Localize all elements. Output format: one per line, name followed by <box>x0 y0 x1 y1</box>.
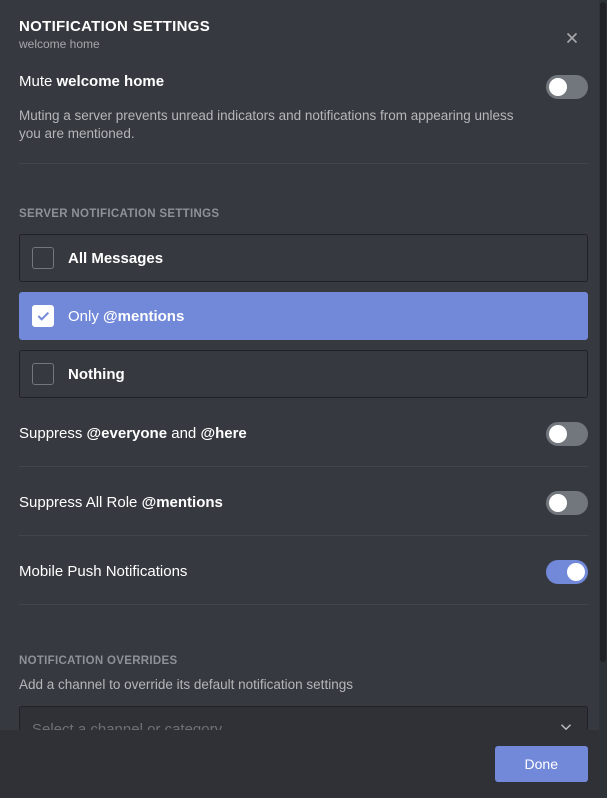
option-only-mentions[interactable]: Only @mentions <box>19 292 588 340</box>
option-nothing[interactable]: Nothing <box>19 350 588 398</box>
suppress-everyone-row: Suppress @everyone and @here <box>19 420 588 446</box>
modal-body: NOTIFICATION SETTINGS welcome home Mute … <box>0 0 607 730</box>
divider <box>19 466 588 467</box>
checkbox-icon <box>32 363 54 385</box>
server-notification-settings-header: SERVER NOTIFICATION SETTINGS <box>19 208 588 220</box>
notification-overrides-description: Add a channel to override its default no… <box>19 677 588 692</box>
notification-settings-modal: NOTIFICATION SETTINGS welcome home Mute … <box>0 0 607 798</box>
mobile-push-row: Mobile Push Notifications <box>19 558 588 584</box>
checkbox-icon <box>32 247 54 269</box>
chevron-down-icon <box>557 718 575 730</box>
option-all-messages[interactable]: All Messages <box>19 234 588 282</box>
mute-server-description: Muting a server prevents unread indicato… <box>19 107 539 143</box>
suppress-everyone-toggle[interactable] <box>546 422 588 446</box>
modal-header: NOTIFICATION SETTINGS welcome home <box>19 18 588 51</box>
scrollbar-track[interactable] <box>599 0 607 798</box>
option-label: All Messages <box>68 250 163 267</box>
mobile-push-toggle[interactable] <box>546 560 588 584</box>
suppress-roles-label: Suppress All Role @mentions <box>19 494 223 511</box>
mute-server-label: Mute welcome home <box>19 73 164 90</box>
channel-select-placeholder: Select a channel or category... <box>32 721 234 730</box>
suppress-roles-row: Suppress All Role @mentions <box>19 489 588 515</box>
modal-title: NOTIFICATION SETTINGS <box>19 18 210 35</box>
suppress-everyone-label: Suppress @everyone and @here <box>19 425 247 442</box>
mute-server-row: Mute welcome home <box>19 73 588 99</box>
modal-footer: Done <box>0 730 607 798</box>
divider <box>19 163 588 164</box>
modal-subtitle: welcome home <box>19 37 210 51</box>
notification-overrides-header: NOTIFICATION OVERRIDES <box>19 655 588 667</box>
notification-level-group: All Messages Only @mentions Nothing <box>19 234 588 398</box>
mute-server-toggle[interactable] <box>546 75 588 99</box>
suppress-roles-toggle[interactable] <box>546 491 588 515</box>
option-label: Only @mentions <box>68 308 184 325</box>
scrollbar-thumb[interactable] <box>600 2 606 662</box>
channel-select[interactable]: Select a channel or category... <box>19 706 588 730</box>
option-label: Nothing <box>68 366 125 383</box>
close-icon <box>563 29 581 47</box>
divider <box>19 535 588 536</box>
mobile-push-label: Mobile Push Notifications <box>19 563 187 580</box>
done-button[interactable]: Done <box>495 746 588 782</box>
divider <box>19 604 588 605</box>
checkbox-icon <box>32 305 54 327</box>
close-button[interactable] <box>560 26 584 50</box>
